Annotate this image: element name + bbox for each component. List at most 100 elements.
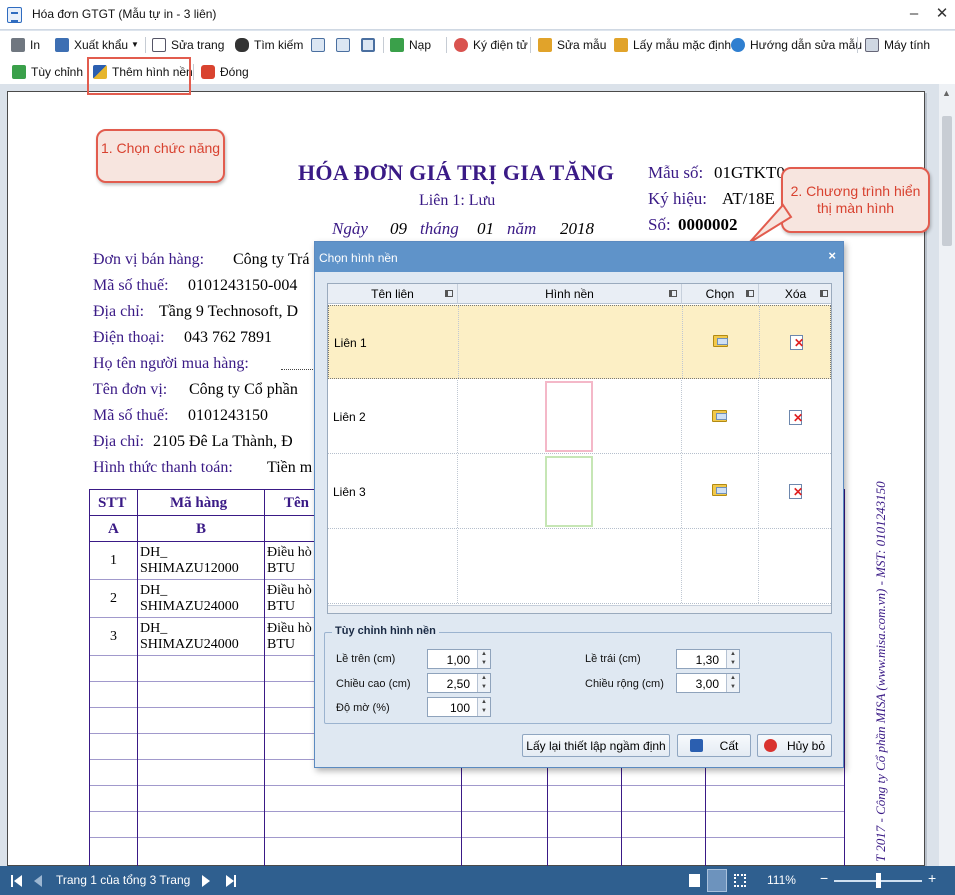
- template-help-button[interactable]: Hướng dẫn sửa mẫu: [731, 35, 862, 54]
- cancel-button[interactable]: Hủy bỏ: [757, 734, 832, 757]
- row2-name2: BTU: [267, 599, 295, 614]
- page-view-icon: [311, 37, 325, 52]
- phone-value: 043 762 7891: [184, 329, 272, 346]
- zoom-level: 111%: [767, 873, 796, 887]
- printer-icon: [11, 37, 25, 52]
- binoculars-icon: [235, 37, 249, 52]
- digital-sign-button[interactable]: Ký điện tử: [454, 35, 528, 54]
- edit-template-icon: [538, 37, 552, 52]
- next-page-icon[interactable]: [202, 875, 210, 887]
- search-button[interactable]: Tìm kiếm: [235, 35, 303, 54]
- calculator-button[interactable]: Máy tính: [865, 35, 930, 54]
- choose-folder-icon[interactable]: [712, 410, 727, 422]
- multi-page-view-icon[interactable]: [734, 874, 746, 887]
- spin-arrows-icon[interactable]: ▲ ▼: [477, 698, 490, 716]
- scrollbar-thumb[interactable]: [942, 116, 952, 246]
- seller-tax-label: Mã số thuế:: [93, 277, 169, 294]
- help-icon: [731, 37, 745, 52]
- delete-icon[interactable]: [790, 335, 804, 350]
- grid-row-1[interactable]: Liên 1: [328, 305, 831, 379]
- view-double-button[interactable]: [336, 35, 355, 54]
- close-button[interactable]: Đóng: [201, 62, 249, 81]
- dialog-close-icon[interactable]: ×: [828, 248, 836, 263]
- view-width-button[interactable]: [361, 35, 380, 54]
- vertical-scrollbar[interactable]: ▲: [939, 84, 955, 866]
- seller-address: Tầng 9 Technosoft, D: [159, 303, 298, 320]
- pin-icon[interactable]: [669, 290, 677, 297]
- spin-arrows-icon[interactable]: ▲ ▼: [726, 674, 739, 692]
- edit-page-button[interactable]: Sửa trang: [152, 35, 224, 54]
- scroll-up-icon[interactable]: ▲: [942, 88, 951, 98]
- invoice-date-label-year: năm: [507, 219, 537, 238]
- payment-label: Hình thức thanh toán:: [93, 459, 233, 476]
- pin-icon[interactable]: [820, 290, 828, 297]
- choose-folder-icon[interactable]: [712, 484, 727, 496]
- invoice-month: 01: [477, 219, 494, 238]
- grid-header-delete[interactable]: Xóa: [759, 284, 831, 304]
- close-red-icon: [201, 64, 215, 79]
- save-button[interactable]: Cất: [677, 734, 751, 757]
- buyer-unit-label: Tên đơn vị:: [93, 381, 168, 398]
- pin-icon[interactable]: [445, 290, 453, 297]
- view-single-button[interactable]: [311, 35, 330, 54]
- reset-default-button[interactable]: Lấy lại thiết lập ngầm định: [522, 734, 670, 757]
- export-button[interactable]: Xuất khẩu ▼: [55, 35, 139, 54]
- default-template-button[interactable]: Lấy mẫu mặc định: [614, 35, 731, 54]
- edit-template-button[interactable]: Sửa mẫu: [538, 35, 606, 54]
- spin-arrows-icon[interactable]: ▲ ▼: [726, 650, 739, 668]
- grid-hscrollbar[interactable]: [328, 605, 831, 613]
- row3-name2: BTU: [267, 637, 295, 652]
- title-bar: Hóa đơn GTGT (Mẫu tự in - 3 liên) ‒ ✕: [0, 0, 955, 30]
- invoice-day: 09: [390, 219, 407, 238]
- print-button[interactable]: In: [11, 35, 40, 54]
- opacity-input[interactable]: 100 ▲ ▼: [427, 697, 491, 717]
- row2-code: DH_: [140, 583, 168, 598]
- reload-button[interactable]: Nạp: [390, 35, 431, 54]
- grid-header-image[interactable]: Hình nền: [458, 284, 682, 304]
- window-title: Hóa đơn GTGT (Mẫu tự in - 3 liên): [32, 7, 217, 21]
- callout-step2: 2. Chương trình hiển thị màn hình: [781, 167, 930, 233]
- first-page-icon[interactable]: [14, 875, 22, 887]
- delete-icon[interactable]: [789, 484, 803, 499]
- width-input[interactable]: 3,00 ▲ ▼: [676, 673, 740, 693]
- zoom-slider-thumb[interactable]: [876, 873, 881, 888]
- side-watermark-text: T 2017 - Công ty Cổ phần MISA (www.misa.…: [873, 481, 888, 862]
- buyer-address: 2105 Đê La Thành, Đ: [153, 433, 293, 450]
- last-page-icon[interactable]: [226, 875, 234, 887]
- col-sub-b: B: [196, 521, 207, 537]
- save-icon: [689, 739, 703, 752]
- payment-value: Tiền m: [267, 459, 313, 476]
- grid-row-2[interactable]: Liên 2: [328, 380, 831, 454]
- spin-arrows-icon[interactable]: ▲ ▼: [477, 674, 490, 692]
- top-margin-input[interactable]: 1,00 ▲ ▼: [427, 649, 491, 669]
- pin-icon[interactable]: [746, 290, 754, 297]
- seller-label: Đơn vị bán hàng:: [93, 251, 205, 268]
- refresh-icon: [390, 37, 404, 52]
- prev-page-icon[interactable]: [34, 875, 42, 887]
- background-thumbnail: [545, 381, 593, 452]
- left-margin-input[interactable]: 1,30 ▲ ▼: [676, 649, 740, 669]
- page-width-icon: [361, 37, 375, 52]
- zoom-out-icon[interactable]: −: [820, 870, 828, 886]
- close-window-button[interactable]: ✕: [931, 4, 953, 24]
- buyer-tax-label: Mã số thuế:: [93, 407, 169, 424]
- grid-row-3[interactable]: Liên 3: [328, 455, 831, 529]
- form-number-label: Mẫu số:: [648, 163, 704, 182]
- delete-icon[interactable]: [789, 410, 803, 425]
- grid-header-choose[interactable]: Chọn: [682, 284, 759, 304]
- customize-button[interactable]: Tùy chỉnh: [12, 62, 83, 81]
- height-input[interactable]: 2,50 ▲ ▼: [427, 673, 491, 693]
- continuous-view-icon[interactable]: [707, 869, 727, 892]
- height-label: Chiều cao (cm): [336, 678, 411, 690]
- zoom-in-icon[interactable]: +: [928, 870, 936, 886]
- grid-header-name[interactable]: Tên liên: [328, 284, 458, 304]
- spin-arrows-icon[interactable]: ▲ ▼: [477, 650, 490, 668]
- background-grid: Tên liên Hình nền Chọn Xóa Liên 1 Liên 2…: [327, 283, 832, 614]
- export-icon: [55, 37, 69, 52]
- single-page-view-icon[interactable]: [689, 874, 700, 887]
- top-margin-label: Lề trên (cm): [336, 653, 396, 665]
- minimize-button[interactable]: ‒: [903, 4, 925, 24]
- group-title: Tùy chỉnh hình nền: [332, 625, 439, 637]
- choose-folder-icon[interactable]: [713, 335, 728, 347]
- seller-name: Công ty Trá: [233, 251, 310, 268]
